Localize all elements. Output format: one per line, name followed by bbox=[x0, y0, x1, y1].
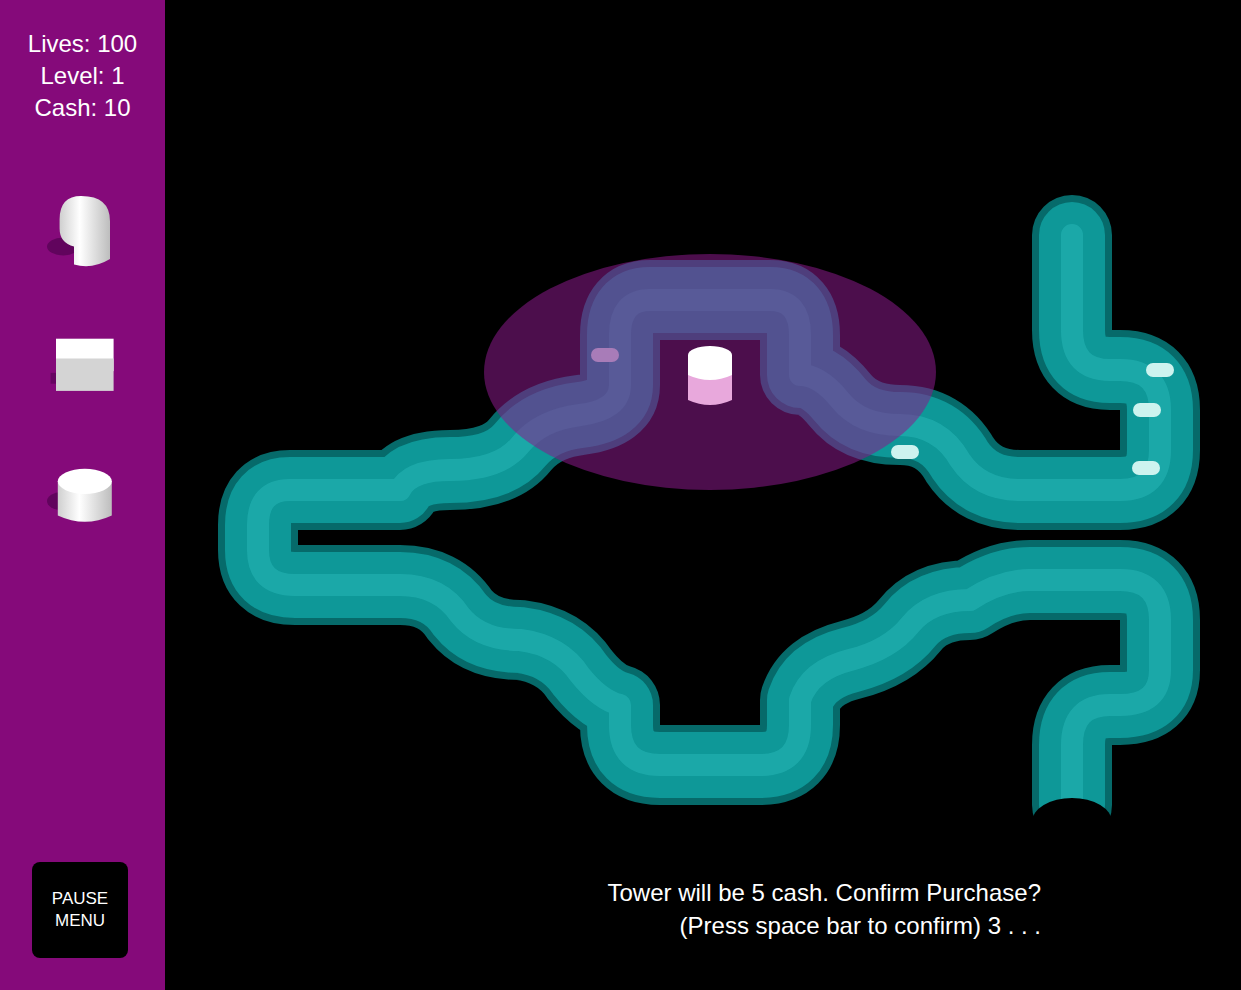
tower-option[interactable] bbox=[38, 318, 128, 408]
tower-option[interactable] bbox=[38, 188, 128, 278]
pause-menu-button[interactable]: PAUSEMENU bbox=[32, 862, 128, 958]
pause-label: MENU bbox=[55, 910, 105, 932]
dome-tower-icon bbox=[38, 188, 128, 278]
tower-option[interactable] bbox=[38, 448, 128, 538]
pause-label: PAUSE bbox=[52, 888, 108, 910]
stat-text: Level: 1 bbox=[0, 60, 165, 92]
track-canvas bbox=[165, 0, 1241, 990]
enemy bbox=[1133, 403, 1161, 417]
sidebar: Lives: 100Level: 1Cash: 10 PAUSEMENU bbox=[0, 0, 165, 990]
cylinder-tower-icon bbox=[38, 448, 128, 538]
stat-text: Cash: 10 bbox=[0, 92, 165, 124]
prompt-line: Tower will be 5 cash. Confirm Purchase? bbox=[607, 876, 1041, 909]
stats-panel: Lives: 100Level: 1Cash: 10 bbox=[0, 0, 165, 124]
game-board[interactable]: Tower will be 5 cash. Confirm Purchase?(… bbox=[165, 0, 1241, 990]
enemy bbox=[1132, 461, 1160, 475]
pipe-track bbox=[258, 235, 1160, 805]
range-circle bbox=[484, 254, 936, 490]
pipe-exit bbox=[1032, 798, 1112, 846]
placed-tower[interactable] bbox=[688, 346, 732, 405]
prompt-line: (Press space bar to confirm) 3 . . . bbox=[607, 909, 1041, 942]
box-tower-icon bbox=[38, 318, 128, 408]
purchase-prompt: Tower will be 5 cash. Confirm Purchase?(… bbox=[607, 876, 1041, 942]
enemy bbox=[891, 445, 919, 459]
enemy bbox=[1146, 363, 1174, 377]
stat-text: Lives: 100 bbox=[0, 28, 165, 60]
tower-shop bbox=[0, 188, 165, 538]
